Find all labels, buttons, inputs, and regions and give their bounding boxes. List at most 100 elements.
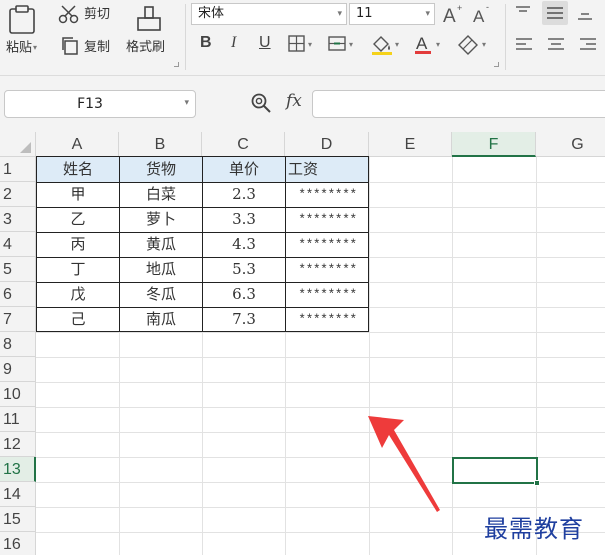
table-cell[interactable]: 5.3 (203, 257, 285, 282)
bold-button[interactable]: B (200, 32, 212, 54)
chevron-down-icon: ▾ (184, 98, 189, 108)
table-cell[interactable]: ******** (286, 182, 369, 207)
underline-button[interactable]: U (259, 32, 271, 54)
table-border-line (36, 232, 369, 233)
column-header-g[interactable]: G (536, 132, 605, 157)
column-header-a[interactable]: A (36, 132, 119, 157)
table-header-cell[interactable]: 工资 (286, 157, 369, 182)
table-cell[interactable]: 丙 (37, 232, 119, 257)
column-header-e[interactable]: E (369, 132, 452, 157)
table-cell[interactable]: ******** (286, 232, 369, 257)
align-center-icon[interactable] (546, 36, 566, 58)
table-cell[interactable]: 丁 (37, 257, 119, 282)
merge-cells-icon[interactable]: ▾ (328, 35, 358, 57)
format-painter-button[interactable]: 格式刷 (126, 40, 165, 56)
row-header-1[interactable]: 1 (0, 157, 36, 182)
table-cell[interactable]: 萝卜 (120, 207, 202, 232)
grid-line (36, 407, 605, 408)
table-cell[interactable]: ******** (286, 282, 369, 307)
table-cell[interactable]: 冬瓜 (120, 282, 202, 307)
align-middle-icon[interactable] (542, 1, 568, 25)
table-cell[interactable]: ******** (286, 257, 369, 282)
svg-text:-: - (486, 3, 489, 12)
row-header-10[interactable]: 10 (0, 382, 36, 407)
table-cell[interactable]: 7.3 (203, 307, 285, 332)
table-cell[interactable]: ******** (286, 307, 369, 332)
font-size-select[interactable]: 11 ▾ (349, 3, 435, 25)
font-color-icon[interactable]: A ▾ (414, 33, 446, 59)
row-header-6[interactable]: 6 (0, 282, 36, 307)
formula-input[interactable] (312, 90, 605, 118)
row-header-4[interactable]: 4 (0, 232, 36, 257)
row-header-5[interactable]: 5 (0, 257, 36, 282)
spreadsheet-grid: A B C D E F G 1 2 3 4 5 6 7 8 9 10 11 12… (0, 132, 605, 555)
fill-color-icon[interactable]: ▾ (370, 33, 404, 59)
row-header-13[interactable]: 13 (0, 457, 36, 482)
fill-handle[interactable] (534, 480, 540, 486)
table-cell[interactable]: 地瓜 (120, 257, 202, 282)
ribbon-toolbar: 粘贴▾ 剪切 复制 格式刷 宋体 ▾ 11 ▾ A + A - B I U ▾ … (0, 0, 605, 76)
row-header-12[interactable]: 12 (0, 432, 36, 457)
align-right-icon[interactable] (578, 36, 598, 58)
table-cell[interactable]: 戊 (37, 282, 119, 307)
italic-button[interactable]: I (231, 32, 236, 54)
table-header-cell[interactable]: 货物 (120, 157, 202, 182)
zoom-icon[interactable] (250, 92, 272, 118)
format-painter-icon[interactable] (134, 4, 164, 38)
clipboard-group-launcher[interactable] (174, 62, 179, 67)
align-left-icon[interactable] (514, 36, 534, 58)
table-cell[interactable]: ******** (286, 207, 369, 232)
table-border-line (36, 282, 369, 283)
row-header-8[interactable]: 8 (0, 332, 36, 357)
select-all-corner[interactable] (0, 132, 36, 157)
row-header-16[interactable]: 16 (0, 532, 36, 555)
table-border-line (285, 157, 286, 332)
svg-text:▾: ▾ (436, 40, 440, 49)
table-cell[interactable]: 3.3 (203, 207, 285, 232)
table-cell[interactable]: 甲 (37, 182, 119, 207)
decrease-font-size-icon[interactable]: A- (472, 2, 496, 29)
table-cell[interactable]: 2.3 (203, 182, 285, 207)
align-bottom-icon[interactable] (576, 4, 594, 26)
name-box[interactable]: F13 ▾ (4, 90, 196, 118)
align-top-icon[interactable] (514, 4, 532, 26)
clear-format-icon[interactable]: ▾ (456, 33, 492, 59)
borders-icon[interactable]: ▾ (288, 35, 318, 57)
cut-icon[interactable] (58, 5, 80, 29)
font-name-select[interactable]: 宋体 ▾ (191, 3, 347, 25)
table-cell[interactable]: 4.3 (203, 232, 285, 257)
svg-text:A: A (473, 7, 485, 25)
font-group-launcher[interactable] (494, 62, 499, 67)
copy-button[interactable]: 复制 (84, 40, 110, 56)
row-header-2[interactable]: 2 (0, 182, 36, 207)
formula-bar: F13 ▾ fx (0, 76, 605, 132)
table-cell[interactable]: 己 (37, 307, 119, 332)
column-header-f[interactable]: F (452, 132, 536, 157)
table-header-cell[interactable]: 姓名 (37, 157, 119, 182)
row-header-7[interactable]: 7 (0, 307, 36, 332)
row-header-15[interactable]: 15 (0, 507, 36, 532)
row-header-11[interactable]: 11 (0, 407, 36, 432)
column-header-b[interactable]: B (119, 132, 202, 157)
copy-icon[interactable] (60, 36, 80, 60)
table-header-cell[interactable]: 单价 (203, 157, 285, 182)
paste-button[interactable]: 粘贴▾ (6, 40, 37, 57)
table-cell[interactable]: 乙 (37, 207, 119, 232)
svg-text:▾: ▾ (349, 40, 353, 49)
row-header-9[interactable]: 9 (0, 357, 36, 382)
insert-function-button[interactable]: fx (286, 91, 302, 111)
active-cell[interactable] (452, 457, 538, 484)
row-header-3[interactable]: 3 (0, 207, 36, 232)
increase-font-size-icon[interactable]: A + (442, 3, 466, 29)
column-header-c[interactable]: C (202, 132, 285, 157)
table-cell[interactable]: 南瓜 (120, 307, 202, 332)
cut-button[interactable]: 剪切 (84, 7, 110, 23)
row-header-14[interactable]: 14 (0, 482, 36, 507)
table-cell[interactable]: 黄瓜 (120, 232, 202, 257)
table-cell[interactable]: 白菜 (120, 182, 202, 207)
grid-line (36, 382, 605, 383)
grid-line (452, 157, 453, 555)
table-cell[interactable]: 6.3 (203, 282, 285, 307)
column-header-d[interactable]: D (285, 132, 369, 157)
paste-icon[interactable] (6, 4, 40, 38)
